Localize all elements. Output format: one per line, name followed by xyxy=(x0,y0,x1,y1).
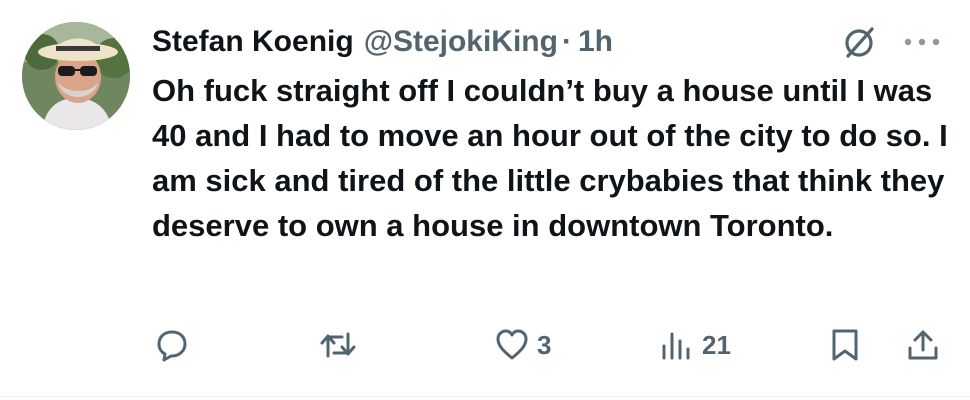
action-bar: 3 21 xyxy=(0,320,970,370)
share-button[interactable] xyxy=(906,320,940,370)
avatar-image xyxy=(22,22,130,130)
author-handle[interactable]: @StejokiKing xyxy=(364,20,558,64)
grok-icon[interactable] xyxy=(842,24,878,60)
tweet-text: Oh fuck straight off I couldn’t buy a ho… xyxy=(152,73,948,243)
tweet-header: Stefan Koenig @StejokiKing · 1h xyxy=(152,20,613,64)
bookmark-icon xyxy=(832,329,858,361)
heart-icon xyxy=(496,329,528,360)
timestamp[interactable]: 1h xyxy=(578,20,613,64)
reply-button[interactable] xyxy=(155,320,189,370)
views-icon xyxy=(662,332,690,360)
reply-icon xyxy=(157,330,187,362)
like-button[interactable]: 3 xyxy=(495,320,551,370)
views-count: 21 xyxy=(702,329,731,360)
retweet-icon xyxy=(320,332,356,358)
like-count: 3 xyxy=(537,329,552,360)
bottom-divider xyxy=(0,396,970,397)
more-options-icon[interactable] xyxy=(900,30,944,54)
share-icon xyxy=(908,330,938,360)
tweet-card: Stefan Koenig @StejokiKing · 1h Oh fuck … xyxy=(0,0,970,400)
bookmark-button[interactable] xyxy=(830,320,860,370)
views-button[interactable]: 21 xyxy=(660,320,731,370)
avatar[interactable] xyxy=(22,22,130,130)
separator-dot: · xyxy=(561,25,572,58)
retweet-button[interactable] xyxy=(318,320,358,370)
author-name[interactable]: Stefan Koenig xyxy=(152,20,354,64)
